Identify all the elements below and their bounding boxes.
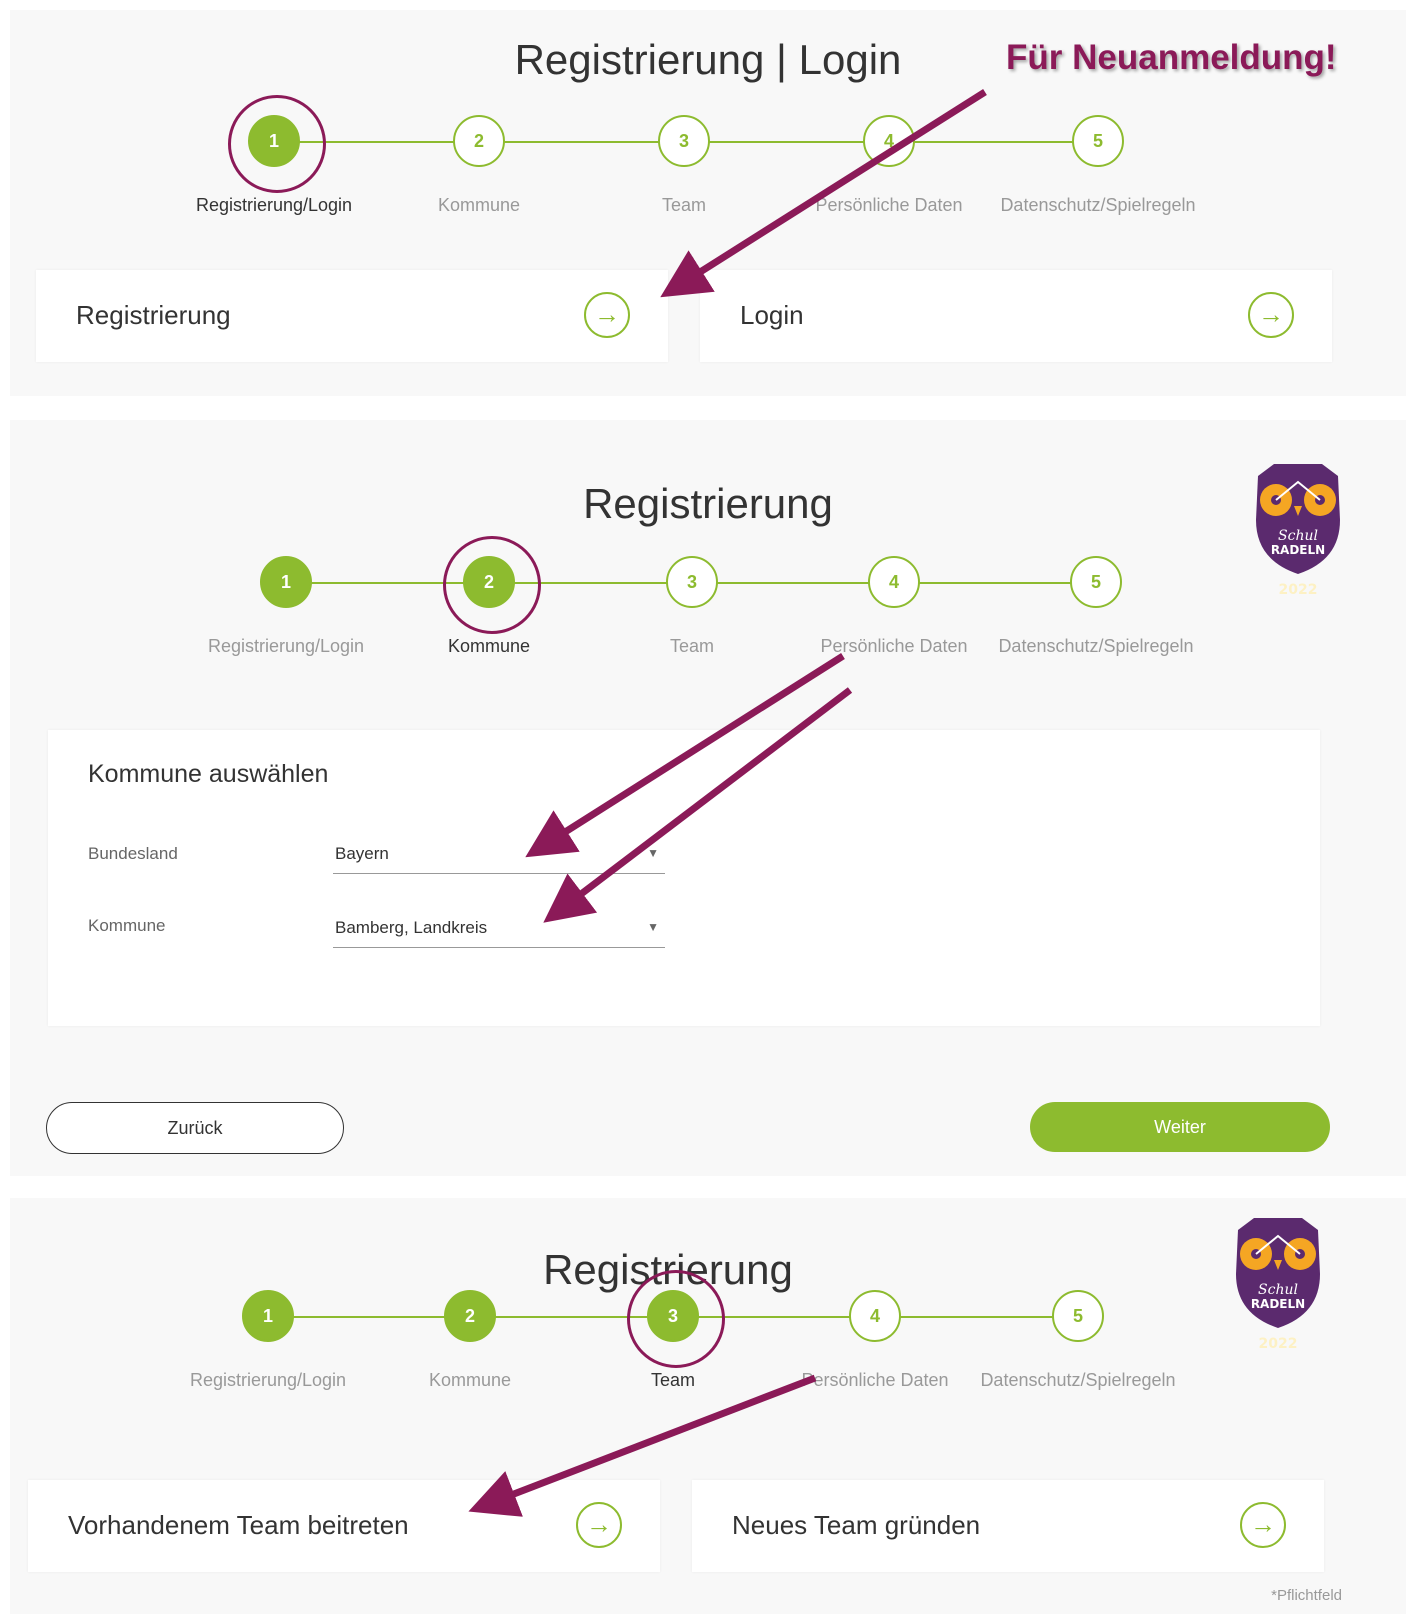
- state-select[interactable]: Bayern ▼: [333, 836, 665, 874]
- step-3-number: 3: [658, 115, 710, 167]
- progress-stepper: 1 Registrierung/Login 2 Kommune 3 Team 4…: [10, 89, 1406, 215]
- step-4-number: 4: [868, 556, 920, 608]
- kommune-form-card: Kommune auswählen Bundesland Bayern ▼ Ko…: [48, 730, 1320, 1026]
- step-4-label: Persönliche Daten: [815, 195, 963, 215]
- step-3-label: Team: [650, 1370, 695, 1390]
- step-1-label: Registrierung/Login: [207, 636, 365, 656]
- arrow-right-circle-icon[interactable]: →: [1248, 292, 1294, 338]
- join-team-label: Vorhandenem Team beitreten: [68, 1510, 409, 1540]
- register-card-label: Registrierung: [76, 300, 231, 330]
- step-5: 5 Datenschutz/Spielregeln: [978, 1290, 1178, 1391]
- step-2-label: Kommune: [447, 636, 531, 656]
- step-2-number: 2: [444, 1290, 496, 1342]
- arrow-right-circle-icon[interactable]: →: [576, 1502, 622, 1548]
- page-title: Registrierung: [583, 480, 833, 527]
- step-4: 4 Persönliche Daten: [775, 1290, 975, 1391]
- register-card[interactable]: Registrierung →: [36, 270, 668, 362]
- step-4: 4 Persönliche Daten: [794, 556, 994, 657]
- step-4: 4 Persönliche Daten: [789, 115, 989, 216]
- caret-down-icon: ▼: [647, 920, 659, 934]
- step-3: 3 Team: [584, 115, 784, 216]
- step-5-label: Datenschutz/Spielregeln: [998, 636, 1194, 656]
- annotation-new-registration: Für Neuanmeldung!: [1006, 38, 1337, 77]
- step-2: 2 Kommune: [389, 536, 589, 657]
- login-card-label: Login: [740, 300, 804, 330]
- step-4-label: Persönliche Daten: [820, 636, 968, 656]
- state-value: Bayern: [335, 844, 389, 863]
- join-team-card[interactable]: Vorhandenem Team beitreten →: [28, 1480, 660, 1572]
- step-2-label: Kommune: [437, 195, 521, 215]
- step-5-label: Datenschutz/Spielregeln: [980, 1370, 1176, 1390]
- kommune-value: Bamberg, Landkreis: [335, 918, 488, 937]
- progress-stepper: 1 Registrierung/Login 2 Kommune 3 Team 4…: [10, 530, 1406, 656]
- kommune-label: Kommune: [88, 916, 166, 935]
- step-2-label: Kommune: [428, 1370, 512, 1390]
- step-2-number: 2: [443, 536, 541, 634]
- section-title: Kommune auswählen: [88, 760, 329, 788]
- step-3: 3 Team: [573, 1270, 773, 1391]
- step-1-number: 1: [260, 556, 312, 608]
- kommune-panel: Registrierung Schul RADELN 2022 1 Regist…: [10, 420, 1406, 1176]
- caret-down-icon: ▼: [647, 846, 659, 860]
- next-button[interactable]: Weiter: [1030, 1102, 1330, 1152]
- step-1-label: Registrierung/Login: [189, 1370, 347, 1390]
- step-3-label: Team: [669, 636, 714, 656]
- step-1-number: 1: [242, 1290, 294, 1342]
- team-panel: Registrierung Schul RADELN 2022 1 Regist…: [10, 1198, 1406, 1614]
- required-field-note: *Pflichtfeld: [1271, 1587, 1342, 1604]
- new-team-label: Neues Team gründen: [732, 1510, 981, 1540]
- step-1: 1 Registrierung/Login: [174, 95, 374, 216]
- step-1: 1 Registrierung/Login: [168, 1290, 368, 1391]
- step-4-number: 4: [863, 115, 915, 167]
- step-2: 2 Kommune: [379, 115, 579, 216]
- new-team-card[interactable]: Neues Team gründen →: [692, 1480, 1324, 1572]
- back-button[interactable]: Zurück: [46, 1102, 344, 1154]
- step-1: 1 Registrierung/Login: [186, 556, 386, 657]
- step-5-number: 5: [1072, 115, 1124, 167]
- state-label: Bundesland: [88, 844, 178, 863]
- step-5: 5 Datenschutz/Spielregeln: [998, 115, 1198, 216]
- kommune-select[interactable]: Bamberg, Landkreis ▼: [333, 910, 665, 948]
- progress-stepper: 1 Registrierung/Login 2 Kommune 3 Team 4…: [10, 1264, 1406, 1390]
- step-5: 5 Datenschutz/Spielregeln: [996, 556, 1196, 657]
- step-2-number: 2: [453, 115, 505, 167]
- step-3-number: 3: [627, 1270, 725, 1368]
- step-4-label: Persönliche Daten: [801, 1370, 949, 1390]
- step-5-number: 5: [1070, 556, 1122, 608]
- arrow-right-circle-icon[interactable]: →: [584, 292, 630, 338]
- step-2: 2 Kommune: [370, 1290, 570, 1391]
- step-1-label: Registrierung/Login: [195, 195, 353, 215]
- step-5-number: 5: [1052, 1290, 1104, 1342]
- step-3: 3 Team: [592, 556, 792, 657]
- step-1-number: 1: [228, 95, 326, 193]
- step-5-label: Datenschutz/Spielregeln: [1000, 195, 1196, 215]
- step-3-label: Team: [661, 195, 706, 215]
- step-4-number: 4: [849, 1290, 901, 1342]
- login-card[interactable]: Login →: [700, 270, 1332, 362]
- step-3-number: 3: [666, 556, 718, 608]
- arrow-right-circle-icon[interactable]: →: [1240, 1502, 1286, 1548]
